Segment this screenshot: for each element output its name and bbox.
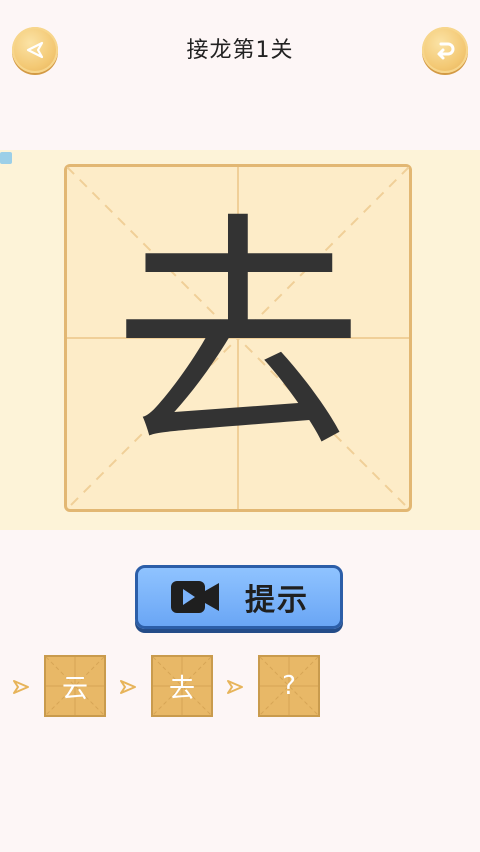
chain-char: 去 <box>168 673 195 704</box>
top-bar: 接龙第1关 <box>0 0 480 100</box>
hint-button[interactable]: 提示 <box>135 565 343 629</box>
chain-sequence: 云 去 ? <box>0 655 480 719</box>
chevron-right-icon <box>13 680 29 694</box>
character-grid: 去 <box>64 164 412 512</box>
chain-cell-3[interactable]: ? <box>258 655 320 717</box>
reset-button[interactable] <box>422 27 468 73</box>
chevron-right-icon <box>227 680 243 694</box>
chain-cell-2: 去 <box>151 655 213 717</box>
corner-badge-icon <box>0 152 12 164</box>
chain-char-unknown: ? <box>282 671 296 701</box>
chain-cell-1: 云 <box>44 655 106 717</box>
hint-label: 提示 <box>245 583 309 618</box>
undo-icon <box>437 42 455 60</box>
video-camera-icon <box>171 581 219 613</box>
chain-char: 云 <box>61 673 88 704</box>
chevron-right-icon <box>120 680 136 694</box>
current-character: 去 <box>113 192 363 483</box>
page-title: 接龙第1关 <box>186 38 294 63</box>
